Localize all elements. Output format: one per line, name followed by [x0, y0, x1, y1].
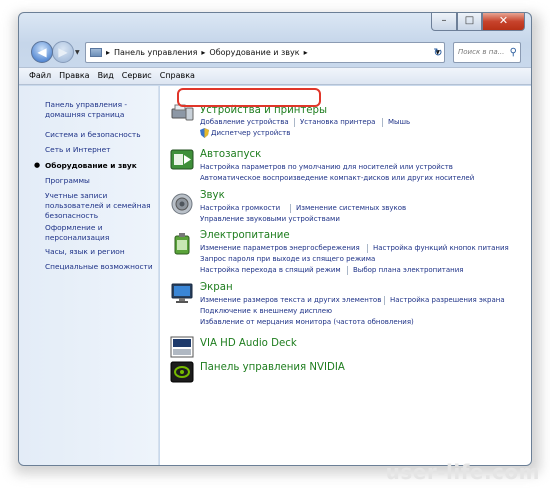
link-screen-resolution[interactable]: Настройка разрешения экрана [390, 296, 505, 304]
power-icon [174, 233, 190, 255]
menu-view[interactable]: Вид [94, 68, 118, 84]
menu-edit[interactable]: Правка [55, 68, 93, 84]
link-volume[interactable]: Настройка громкости [200, 204, 280, 212]
breadcrumb-arrow[interactable]: ▸ [304, 43, 308, 62]
link-power-buttons[interactable]: Настройка функций кнопок питания [373, 244, 509, 252]
link-add-printer[interactable]: Установка принтера [300, 118, 375, 126]
content-pane: Устройства и принтеры Добавление устройс… [160, 86, 531, 465]
sidebar-item-programs[interactable]: Программы [45, 176, 155, 186]
category-power[interactable]: Электропитание [200, 230, 290, 241]
sidebar-item-appearance[interactable]: Оформление и персонализация [45, 223, 155, 243]
sidebar: Панель управления - домашняя страница Си… [19, 86, 159, 465]
menu-help[interactable]: Справка [156, 68, 199, 84]
link-autoplay-cds[interactable]: Автоматическое воспроизведение компакт-д… [200, 174, 474, 182]
recent-pages-dropdown-icon[interactable]: ▼ [75, 49, 80, 56]
menu-file[interactable]: Файл [25, 68, 55, 84]
refresh-icon[interactable]: ↻ [430, 45, 446, 61]
link-power-plan[interactable]: Выбор плана электропитания [353, 266, 464, 274]
minimize-button[interactable]: – [431, 13, 457, 31]
search-placeholder: Поиск в па... [458, 48, 505, 56]
link-sleep-settings[interactable]: Настройка перехода в спящий режим [200, 266, 341, 274]
category-via-audio[interactable]: VIA HD Audio Deck [200, 338, 297, 349]
category-sound[interactable]: Звук [200, 190, 225, 201]
breadcrumb-arrow[interactable]: ▸ [106, 43, 110, 62]
link-separator [367, 244, 368, 253]
navigation-bar: ◀ ▶ ▼ ▸ Панель управления ▸ Оборудование… [25, 40, 525, 66]
search-icon[interactable]: ⚲ [510, 43, 517, 62]
sidebar-item-hardware[interactable]: Оборудование и звук [45, 161, 155, 171]
sidebar-item-network[interactable]: Сеть и Интернет [45, 145, 155, 155]
link-autoplay-defaults[interactable]: Настройка параметров по умолчанию для но… [200, 163, 453, 171]
category-display[interactable]: Экран [200, 282, 233, 293]
active-bullet-icon: ● [34, 161, 41, 169]
nvidia-icon [170, 361, 194, 383]
sidebar-item-region[interactable]: Часы, язык и регион [45, 247, 155, 257]
link-separator [384, 296, 385, 305]
breadcrumb-hardware-sound[interactable]: Оборудование и звук [209, 43, 299, 62]
category-autoplay[interactable]: Автозапуск [200, 149, 261, 160]
speaker-icon [171, 193, 193, 215]
highlight-frame [177, 88, 321, 107]
close-button[interactable]: ✕ [482, 13, 525, 31]
link-separator [347, 266, 348, 275]
autoplay-icon [170, 149, 194, 170]
sidebar-item-security[interactable]: Система и безопасность [45, 130, 155, 140]
link-separator [290, 204, 291, 213]
link-separator [382, 118, 383, 127]
monitor-icon [171, 283, 193, 303]
search-input[interactable]: Поиск в па... ⚲ [453, 42, 521, 63]
link-device-manager[interactable]: Диспетчер устройств [211, 129, 290, 137]
breadcrumb-arrow[interactable]: ▸ [201, 43, 205, 62]
sidebar-item-accessibility[interactable]: Специальные возможности [45, 262, 155, 272]
link-system-sounds[interactable]: Изменение системных звуков [296, 204, 406, 212]
watermark: user-life.com [385, 460, 540, 484]
shield-icon [200, 128, 209, 138]
sidebar-item-accounts[interactable]: Учетные записи пользователей и семейная … [45, 191, 155, 221]
link-audio-devices[interactable]: Управление звуковыми устройствами [200, 215, 340, 223]
forward-button[interactable]: ▶ [52, 41, 74, 63]
maximize-button[interactable]: □ [457, 13, 482, 31]
menu-bar: Файл Правка Вид Сервис Справка [19, 67, 531, 85]
link-text-size[interactable]: Изменение размеров текста и других элеме… [200, 296, 381, 304]
via-audio-icon [170, 336, 194, 358]
breadcrumb-control-panel[interactable]: Панель управления [114, 43, 197, 62]
control-panel-icon [90, 48, 102, 57]
sidebar-item-home[interactable]: Панель управления - домашняя страница [45, 100, 155, 120]
control-panel-window: – □ ✕ ◀ ▶ ▼ ▸ Панель управления ▸ Оборуд… [18, 12, 532, 466]
caption-buttons: – □ ✕ [431, 13, 525, 31]
link-external-display[interactable]: Подключение к внешнему дисплею [200, 307, 332, 315]
back-button[interactable]: ◀ [31, 41, 53, 63]
link-mouse[interactable]: Мышь [388, 118, 410, 126]
address-bar[interactable]: ▸ Панель управления ▸ Оборудование и зву… [85, 42, 445, 63]
link-wake-password[interactable]: Запрос пароля при выходе из спящего режи… [200, 255, 375, 263]
link-refresh-rate[interactable]: Избавление от мерцания монитора (частота… [200, 318, 414, 326]
link-add-device[interactable]: Добавление устройства [200, 118, 289, 126]
link-separator [294, 118, 295, 127]
category-nvidia[interactable]: Панель управления NVIDIA [200, 362, 345, 373]
menu-tools[interactable]: Сервис [118, 68, 156, 84]
link-power-settings[interactable]: Изменение параметров энергосбережения [200, 244, 360, 252]
